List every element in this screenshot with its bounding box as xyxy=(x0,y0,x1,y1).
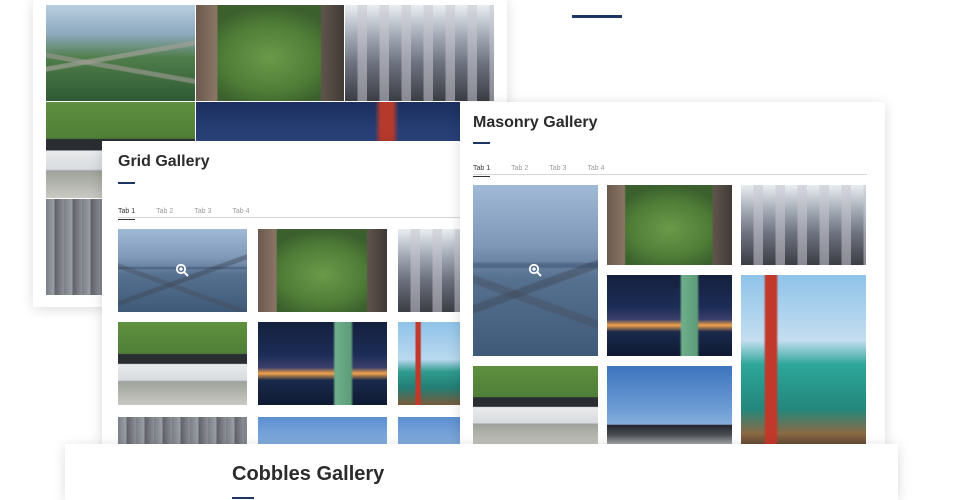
grid-gallery-title-underline xyxy=(118,182,135,184)
gallery-image-central-park[interactable] xyxy=(196,5,344,101)
gallery-image-highway-city[interactable] xyxy=(46,5,195,101)
masonry-gallery-card: Masonry Gallery Tab 1 Tab 2 Tab 3 Tab 4 xyxy=(460,102,885,447)
grid-tab-3[interactable]: Tab 3 xyxy=(194,208,211,220)
cobbles-gallery-card: Cobbles Gallery xyxy=(65,444,898,500)
grid-tab-1[interactable]: Tab 1 xyxy=(118,208,136,220)
masonry-tab-3[interactable]: Tab 3 xyxy=(549,165,566,177)
zoom-in-icon[interactable] xyxy=(528,263,542,277)
gallery-image-bus-interior[interactable] xyxy=(345,5,494,101)
masonry-image-bus-interior[interactable] xyxy=(741,185,866,265)
masonry-gallery-title: Masonry Gallery xyxy=(473,114,598,131)
grid-image-highway[interactable] xyxy=(118,229,247,312)
masonry-tabs-divider xyxy=(473,174,867,175)
cobbles-gallery-title-underline xyxy=(232,497,254,499)
zoom-in-icon[interactable] xyxy=(175,263,189,277)
masonry-image-golden-gate[interactable] xyxy=(741,275,866,447)
masonry-image-central-park[interactable] xyxy=(607,185,732,265)
masonry-image-highway[interactable] xyxy=(473,185,598,356)
masonry-tab-1[interactable]: Tab 1 xyxy=(473,165,491,177)
cobbles-gallery-title: Cobbles Gallery xyxy=(232,463,385,485)
masonry-gallery-title-underline xyxy=(473,142,490,144)
masonry-gallery-tabs: Tab 1 Tab 2 Tab 3 Tab 4 xyxy=(473,165,605,177)
grid-gallery-card: Grid Gallery Tab 1 Tab 2 Tab 3 Tab 4 xyxy=(102,141,474,471)
grid-gallery-tabs: Tab 1 Tab 2 Tab 3 Tab 4 xyxy=(118,208,250,220)
grid-image-bus[interactable] xyxy=(118,322,247,405)
accent-bar xyxy=(572,15,622,18)
grid-image-central-park[interactable] xyxy=(258,229,387,312)
grid-tabs-divider xyxy=(118,217,474,218)
masonry-image-bus-sky[interactable] xyxy=(607,366,732,447)
masonry-tab-4[interactable]: Tab 4 xyxy=(587,165,604,177)
grid-tab-2[interactable]: Tab 2 xyxy=(156,208,173,220)
grid-tab-4[interactable]: Tab 4 xyxy=(232,208,249,220)
masonry-image-bus[interactable] xyxy=(473,366,598,447)
grid-image-statue-of-liberty[interactable] xyxy=(258,322,387,405)
grid-gallery-title: Grid Gallery xyxy=(118,153,210,170)
masonry-tab-2[interactable]: Tab 2 xyxy=(511,165,528,177)
masonry-image-statue-of-liberty[interactable] xyxy=(607,275,732,356)
